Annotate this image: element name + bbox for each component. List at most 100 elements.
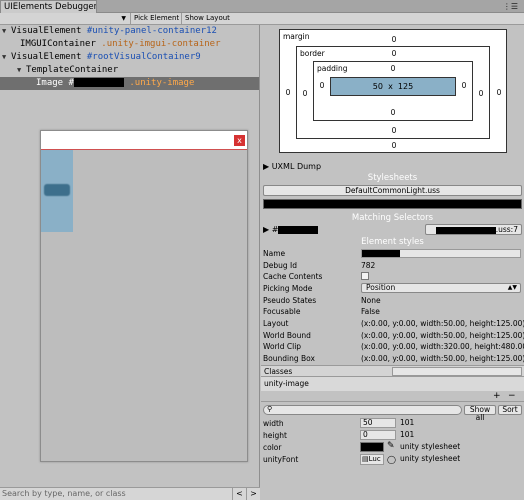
image-logo xyxy=(44,184,70,196)
redacted-name xyxy=(73,78,124,87)
height-field[interactable]: 0 xyxy=(360,430,396,440)
eyedropper-icon[interactable]: ✎ xyxy=(387,441,395,452)
world-bound-value: (x:0.00, y:0.00, width:50.00, height:125… xyxy=(361,331,524,340)
toolbar: ▼ Pick Element Show Layout xyxy=(0,13,524,25)
stylesheet-field[interactable] xyxy=(263,199,522,209)
bounding-box-value: (x:0.00, y:0.00, width:50.00, height:125… xyxy=(361,354,524,363)
layout-label: Layout xyxy=(263,319,289,328)
panel-dropdown[interactable]: ▼ xyxy=(2,13,128,24)
class-name-input[interactable] xyxy=(392,367,522,376)
tree-row[interactable]: ▼ VisualElement #rootVisualContainer9 xyxy=(0,51,259,64)
cache-contents-checkbox[interactable] xyxy=(361,272,369,280)
preview-title-bar: x xyxy=(41,131,247,150)
stylesheet-item[interactable]: DefaultCommonLight.uss xyxy=(263,185,522,196)
uxml-dump-foldout[interactable]: ▶ UXML Dump xyxy=(263,161,321,172)
tab-bar: UIElements Debugger ⋮☰ xyxy=(0,0,524,13)
cache-contents-label: Cache Contents xyxy=(263,272,323,281)
previous-button[interactable]: < xyxy=(232,487,246,500)
picking-mode-label: Picking Mode xyxy=(263,284,313,293)
search-input[interactable]: Search by type, name, or class xyxy=(0,487,232,500)
width-field[interactable]: 50 xyxy=(360,418,396,428)
margin-left-value: 0 xyxy=(285,88,291,97)
tree-row[interactable]: ▼ TemplateContainer xyxy=(0,64,259,77)
object-picker-icon[interactable]: ◯ xyxy=(387,454,396,465)
game-view-preview: x xyxy=(40,130,248,462)
margin-bottom-value: 0 xyxy=(391,141,397,150)
tree-row[interactable]: ▼ VisualElement #unity-panel-container12 xyxy=(0,25,259,38)
redacted-name-value xyxy=(362,250,400,257)
sort-button[interactable]: Sort xyxy=(498,405,522,415)
box-model-border: border 0 0 0 0 padding 0 0 0 0 50 x 125 xyxy=(296,46,490,139)
redacted-source xyxy=(435,226,496,234)
tree-row-class: .unity-image xyxy=(129,78,195,88)
unity-font-field[interactable]: ▤Luc xyxy=(360,454,384,465)
tree-row-type: IMGUIContainer xyxy=(20,39,96,49)
expanded-arrow-icon[interactable]: ▼ xyxy=(17,64,26,77)
show-all-button[interactable]: Show all xyxy=(464,405,496,422)
debug-id-label: Debug Id xyxy=(263,261,298,270)
name-label: Name xyxy=(263,249,286,258)
content-x: x xyxy=(388,82,393,91)
class-item[interactable]: unity-image xyxy=(264,378,309,390)
layout-value: (x:0.00, y:0.00, width:50.00, height:125… xyxy=(361,319,524,328)
remove-class-button[interactable]: − xyxy=(508,391,516,401)
show-layout-button[interactable]: Show Layout xyxy=(181,13,233,24)
content-height: 125 xyxy=(397,82,414,91)
picking-mode-value: Position xyxy=(366,283,396,292)
border-top-value: 0 xyxy=(391,49,397,58)
expanded-arrow-icon[interactable]: ▼ xyxy=(2,25,11,38)
width-specificity: 101 xyxy=(400,418,415,427)
pseudo-states-label: Pseudo States xyxy=(263,296,317,305)
close-icon[interactable]: x xyxy=(234,135,245,146)
uxml-dump-label: UXML Dump xyxy=(271,162,322,171)
border-left-value: 0 xyxy=(302,89,308,98)
box-model-content: 50 x 125 xyxy=(330,77,456,96)
element-styles-title: Element styles xyxy=(361,237,424,247)
hierarchy-tree: ▼ VisualElement #unity-panel-container12 … xyxy=(0,25,260,487)
expanded-arrow-icon[interactable]: ▼ xyxy=(2,51,11,64)
debugger-window: UIElements Debugger ⋮☰ ▼ Pick Element Sh… xyxy=(0,0,524,500)
foldout-arrow-icon: ▶ xyxy=(263,162,270,171)
box-model-margin: margin 0 0 0 0 border 0 0 0 0 padding 0 … xyxy=(279,29,507,153)
tab-uielements-debugger[interactable]: UIElements Debugger xyxy=(0,0,97,13)
unity-font-value: Luc xyxy=(368,455,381,463)
bounding-box-label: Bounding Box xyxy=(263,354,315,363)
matching-selectors-title: Matching Selectors xyxy=(351,213,434,223)
tree-row-name: #unity-panel-container12 xyxy=(86,26,217,36)
padding-top-value: 0 xyxy=(390,64,396,73)
box-model-padding: padding 0 0 0 0 50 x 125 xyxy=(313,61,473,121)
selector-foldout[interactable]: ▶ # xyxy=(263,224,319,235)
picking-mode-dropdown[interactable]: Position ▲▼ xyxy=(361,283,521,293)
redacted-selector xyxy=(278,225,319,234)
tree-row-type: TemplateContainer xyxy=(26,65,119,75)
content-width: 50 xyxy=(372,82,383,91)
tree-row-type: VisualElement xyxy=(11,26,82,36)
world-clip-label: World Clip xyxy=(263,342,302,351)
world-bound-label: World Bound xyxy=(263,331,311,340)
name-field[interactable] xyxy=(361,249,521,258)
tree-row-class: .unity-imgui-container xyxy=(101,39,221,49)
color-swatch[interactable] xyxy=(360,442,384,452)
margin-label: margin xyxy=(283,32,310,41)
menu-icon[interactable]: ⋮☰ xyxy=(503,1,518,12)
width-label: width xyxy=(263,419,284,428)
inspector-panel: margin 0 0 0 0 border 0 0 0 0 padding 0 … xyxy=(261,25,524,500)
add-class-button[interactable]: + xyxy=(493,391,501,401)
style-search-input[interactable]: ⚲ xyxy=(263,405,462,415)
chevron-down-icon: ▲▼ xyxy=(507,284,517,291)
selector-source-button[interactable]: .uss:7 xyxy=(425,224,522,235)
classes-list: unity-image xyxy=(261,377,524,391)
pick-element-button[interactable]: Pick Element xyxy=(130,13,182,24)
unity-font-label: unityFont xyxy=(263,455,299,464)
pseudo-states-value: None xyxy=(361,296,381,305)
tree-row-selected[interactable]: Image # .unity-image xyxy=(0,77,259,90)
next-button[interactable]: > xyxy=(246,487,260,500)
selector-label: # xyxy=(271,225,279,234)
tree-row-type: VisualElement xyxy=(11,52,82,62)
unity-image-element[interactable] xyxy=(41,150,73,232)
debug-id-value: 782 xyxy=(361,261,376,270)
search-icon: ⚲ xyxy=(267,405,273,413)
tree-row[interactable]: IMGUIContainer .unity-imgui-container xyxy=(0,38,259,51)
border-right-value: 0 xyxy=(478,89,484,98)
padding-left-value: 0 xyxy=(319,81,325,90)
